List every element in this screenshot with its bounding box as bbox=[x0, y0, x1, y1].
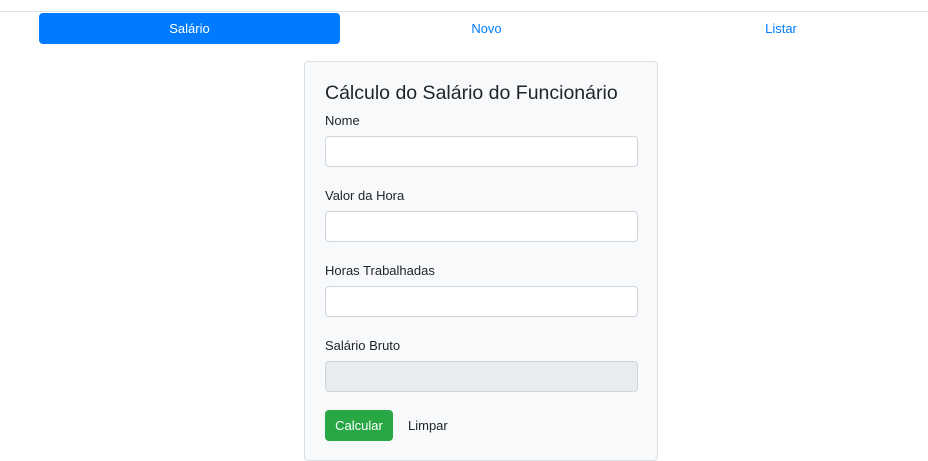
tab-listar[interactable]: Listar bbox=[633, 13, 928, 44]
tab-novo[interactable]: Novo bbox=[340, 13, 633, 44]
form-title: Cálculo do Salário do Funcionário bbox=[325, 82, 618, 104]
horas-trabalhadas-label: Horas Trabalhadas bbox=[325, 263, 435, 278]
salario-bruto-output bbox=[325, 361, 638, 392]
salary-form-card: Cálculo do Salário do Funcionário Nome V… bbox=[304, 61, 658, 461]
top-divider bbox=[0, 11, 928, 12]
nome-input[interactable] bbox=[325, 136, 638, 167]
top-nav: Salário Novo Listar bbox=[39, 13, 928, 44]
tab-salario[interactable]: Salário bbox=[39, 13, 340, 44]
nome-label: Nome bbox=[325, 113, 360, 128]
valor-hora-label: Valor da Hora bbox=[325, 188, 405, 203]
salario-bruto-label: Salário Bruto bbox=[325, 338, 401, 353]
horas-trabalhadas-input[interactable] bbox=[325, 286, 638, 317]
clear-button[interactable]: Limpar bbox=[401, 410, 455, 441]
calculate-button[interactable]: Calcular bbox=[325, 410, 393, 441]
valor-hora-input[interactable] bbox=[325, 211, 638, 242]
